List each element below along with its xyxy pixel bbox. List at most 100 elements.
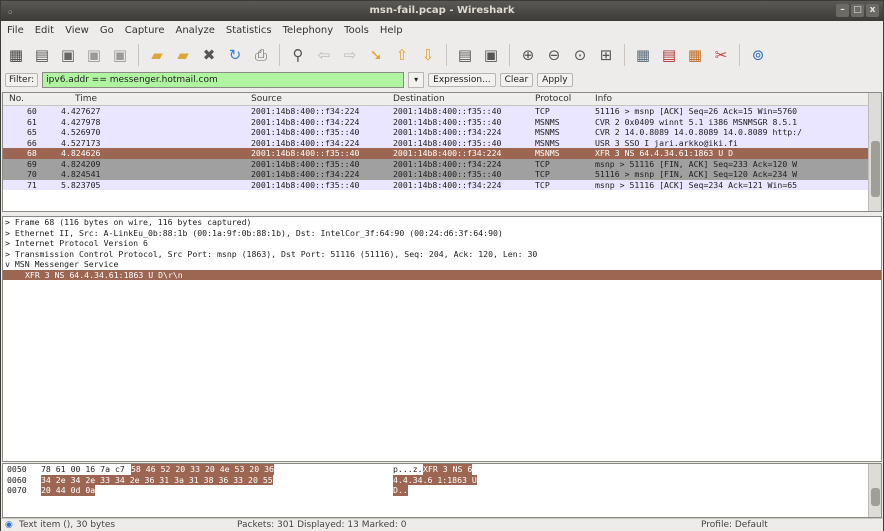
first-icon[interactable]: ⇧ [391, 44, 413, 66]
start-icon[interactable]: ▣ [57, 44, 79, 66]
title-bar: ◦ msn-fail.pcap - Wireshark – □ x [1, 1, 883, 21]
packet-row[interactable]: 71 5.823705 2001:14b8:400::f35::40 2001:14b… [3, 179, 881, 190]
menu-capture[interactable]: Capture [125, 25, 165, 36]
filter-label[interactable]: Filter: [5, 73, 39, 87]
packet-list-header: No. Time Source Destination Protocol Inf… [3, 93, 881, 106]
filter-dropdown-icon[interactable]: ▾ [408, 72, 425, 88]
packet-row[interactable]: 60 4.427627 2001:14b8:400::f34:224 2001:14b… [3, 106, 881, 117]
last-icon[interactable]: ⇩ [417, 44, 439, 66]
packet-protocol: TCP [535, 106, 550, 116]
packet-protocol: MSNMS [535, 148, 560, 158]
packet-destination: 2001:14b8:400::f34:224 [393, 158, 502, 169]
menu-telephony[interactable]: Telephony [283, 25, 334, 36]
packet-list-vscroll[interactable] [868, 93, 881, 211]
hex-row[interactable]: 0070 20 44 0d 0a D.. [3, 485, 881, 496]
packet-protocol: TCP [535, 169, 550, 179]
detail-ipv6[interactable]: > Internet Protocol Version 6 [3, 238, 881, 249]
forward-icon[interactable]: ⇨ [339, 44, 361, 66]
status-profile[interactable]: Profile: Default [701, 520, 768, 530]
detail-msn[interactable]: v MSN Messenger Service [3, 259, 881, 270]
reload-icon[interactable]: ↻ [224, 44, 246, 66]
packet-time: 4.427978 [61, 116, 101, 127]
packet-protocol: MSNMS [535, 137, 560, 148]
packet-no: 69 [27, 158, 37, 169]
interfaces-icon[interactable]: ▦ [5, 44, 27, 66]
packet-destination: 2001:14b8:400::f35::40 [393, 116, 502, 127]
print-icon[interactable]: ⎙ [250, 44, 272, 66]
bytes-vscroll[interactable] [868, 464, 881, 517]
detail-ethernet[interactable]: > Ethernet II, Src: A-LinkEu_0b:88:1b (0… [3, 228, 881, 239]
menu-tools[interactable]: Tools [344, 25, 369, 36]
col-info[interactable]: Info [595, 94, 612, 104]
packet-source: 2001:14b8:400::f35::40 [251, 179, 360, 190]
hex-row[interactable]: 0050 78 61 00 16 7a c7 58 46 52 20 33 20 … [3, 464, 881, 475]
hex-bytes-highlight: 20 44 0d 0a [41, 485, 96, 496]
packet-row[interactable]: 68 4.824626 2001:14b8:400::f35::40 2001:14b… [3, 148, 881, 159]
preferences-icon[interactable]: ✂ [710, 44, 732, 66]
col-no[interactable]: No. [9, 94, 24, 104]
minimize-button[interactable]: – [836, 4, 849, 17]
col-destination[interactable]: Destination [393, 94, 445, 104]
hex-offset: 0070 [7, 485, 27, 495]
col-protocol[interactable]: Protocol [535, 94, 571, 104]
expert-info-icon[interactable]: ◉ [5, 520, 13, 530]
packet-row[interactable]: 61 4.427978 2001:14b8:400::f34:224 2001:14b… [3, 116, 881, 127]
packet-protocol: MSNMS [535, 116, 560, 127]
clear-button[interactable]: Clear [499, 73, 534, 87]
packet-row[interactable]: 69 4.824209 2001:14b8:400::f35::40 2001:14b… [3, 158, 881, 169]
detail-selected-item[interactable]: XFR 3 NS 64.4.34.61:1863 U D\r\n [3, 269, 881, 280]
hex-row[interactable]: 0060 34 2e 34 2e 33 34 2e 36 31 3a 31 38 … [3, 474, 881, 485]
help-icon[interactable]: ⊚ [747, 44, 769, 66]
options-icon[interactable]: ▤ [31, 44, 53, 66]
hex-rows: 0050 78 61 00 16 7a c7 58 46 52 20 33 20 … [3, 464, 881, 496]
expression-button[interactable]: Expression... [428, 73, 496, 87]
capture-filters-icon[interactable]: ▦ [632, 44, 654, 66]
menu-help[interactable]: Help [380, 25, 403, 36]
detail-tcp[interactable]: > Transmission Control Protocol, Src Por… [3, 249, 881, 260]
packet-no: 71 [27, 179, 37, 190]
open-icon[interactable]: ▰ [146, 44, 168, 66]
packet-details[interactable]: > Frame 68 (116 bytes on wire, 116 bytes… [2, 216, 882, 462]
zoom-in-icon[interactable]: ⊕ [517, 44, 539, 66]
packet-bytes[interactable]: 0050 78 61 00 16 7a c7 58 46 52 20 33 20 … [2, 463, 882, 518]
packet-source: 2001:14b8:400::f35::40 [251, 148, 360, 158]
detail-frame[interactable]: > Frame 68 (116 bytes on wire, 116 bytes… [3, 217, 881, 228]
goto-icon[interactable]: ➘ [365, 44, 387, 66]
zoom-out-icon[interactable]: ⊖ [543, 44, 565, 66]
stop-icon[interactable]: ▣ [83, 44, 105, 66]
coloring-rules-icon[interactable]: ▦ [684, 44, 706, 66]
packet-list[interactable]: No. Time Source Destination Protocol Inf… [2, 92, 882, 212]
packet-no: 66 [27, 137, 37, 148]
col-time[interactable]: Time [75, 94, 97, 104]
filter-input[interactable] [42, 72, 405, 88]
menu-go[interactable]: Go [100, 25, 114, 36]
autoscroll-icon[interactable]: ▣ [480, 44, 502, 66]
close-button[interactable]: x [866, 4, 879, 17]
packet-time: 4.427627 [61, 106, 101, 116]
packet-source: 2001:14b8:400::f34:224 [251, 106, 360, 116]
colorize-icon[interactable]: ▤ [454, 44, 476, 66]
hex-ascii-highlight: 4.4.34.6 1:1863 U [393, 474, 477, 485]
back-icon[interactable]: ⇦ [313, 44, 335, 66]
resize-columns-icon[interactable]: ⊞ [595, 44, 617, 66]
save-icon[interactable]: ▰ [172, 44, 194, 66]
menu-view[interactable]: View [65, 25, 89, 36]
col-source[interactable]: Source [251, 94, 282, 104]
apply-button[interactable]: Apply [537, 73, 573, 87]
packet-row[interactable]: 65 4.526970 2001:14b8:400::f35::40 2001:14b… [3, 127, 881, 138]
packet-row[interactable]: 66 4.527173 2001:14b8:400::f34:224 2001:14b… [3, 137, 881, 148]
packet-source: 2001:14b8:400::f34:224 [251, 169, 360, 179]
menu-statistics[interactable]: Statistics [226, 25, 272, 36]
packet-row[interactable]: 70 4.824541 2001:14b8:400::f34:224 2001:14b… [3, 169, 881, 180]
find-icon[interactable]: ⚲ [287, 44, 309, 66]
maximize-button[interactable]: □ [851, 4, 864, 17]
close-icon[interactable]: ✖ [198, 44, 220, 66]
packet-protocol: TCP [535, 179, 550, 190]
menu-file[interactable]: File [7, 25, 24, 36]
zoom-normal-icon[interactable]: ⊙ [569, 44, 591, 66]
menu-analyze[interactable]: Analyze [175, 25, 214, 36]
menu-edit[interactable]: Edit [35, 25, 54, 36]
display-filters-icon[interactable]: ▤ [658, 44, 680, 66]
restart-icon[interactable]: ▣ [109, 44, 131, 66]
packet-destination: 2001:14b8:400::f35::40 [393, 106, 502, 116]
